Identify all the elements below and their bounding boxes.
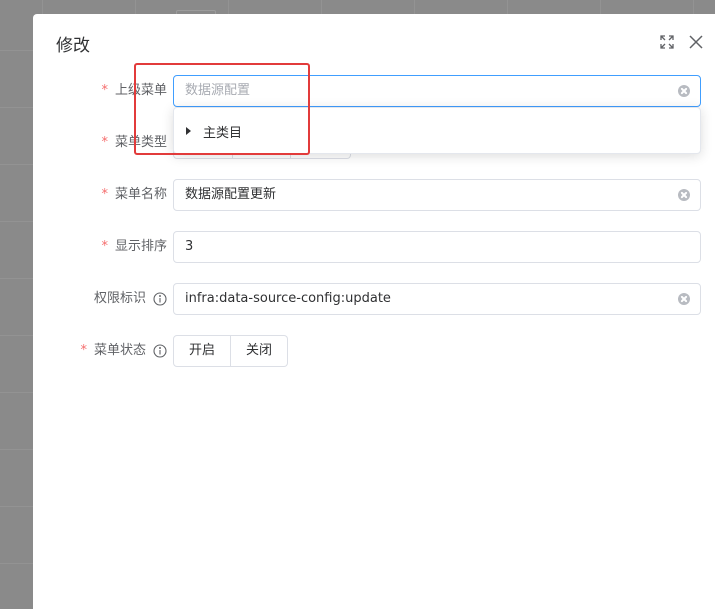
clear-icon[interactable]	[678, 85, 690, 97]
menu-name-input[interactable]: 数据源配置更新	[173, 179, 701, 211]
info-icon[interactable]	[153, 344, 167, 358]
form-row-permission: 权限标识 infra:data-source-config:update	[33, 283, 715, 315]
permission-label-text: 权限标识	[93, 291, 146, 306]
menu-name-label-text: 菜单名称	[114, 187, 167, 202]
permission-label: 权限标识	[94, 283, 167, 315]
menu-name-value: 数据源配置更新	[185, 187, 277, 202]
info-icon[interactable]	[153, 292, 167, 306]
required-mark: *	[101, 135, 108, 150]
dialog-title: 修改	[56, 36, 90, 56]
annotation-highlight-box	[134, 63, 310, 155]
status-option-off[interactable]: 关闭	[231, 335, 289, 367]
menu-name-label: * 菜单名称	[101, 179, 167, 211]
permission-value: infra:data-source-config:update	[185, 291, 391, 306]
clear-icon[interactable]	[678, 293, 690, 305]
sort-input[interactable]: 3	[173, 231, 701, 263]
permission-input[interactable]: infra:data-source-config:update	[173, 283, 701, 315]
fullscreen-icon[interactable]	[659, 34, 675, 50]
clear-icon[interactable]	[678, 189, 690, 201]
required-mark: *	[80, 343, 87, 358]
required-mark: *	[101, 187, 108, 202]
status-radio-group[interactable]: 开启 关闭	[173, 335, 289, 367]
status-option-on[interactable]: 开启	[173, 335, 232, 367]
sort-value: 3	[185, 239, 194, 254]
sort-label: * 显示排序	[101, 231, 167, 263]
close-icon[interactable]	[688, 34, 704, 50]
required-mark: *	[101, 239, 108, 254]
required-mark: *	[101, 83, 108, 98]
status-label-text: 菜单状态	[93, 343, 146, 358]
status-label: * 菜单状态	[80, 335, 167, 367]
form-row-menu-name: * 菜单名称 数据源配置更新	[33, 179, 715, 211]
form-row-status: * 菜单状态 开启 关闭	[33, 335, 715, 367]
sort-label-text: 显示排序	[114, 239, 167, 254]
form-row-sort: * 显示排序 3	[33, 231, 715, 263]
